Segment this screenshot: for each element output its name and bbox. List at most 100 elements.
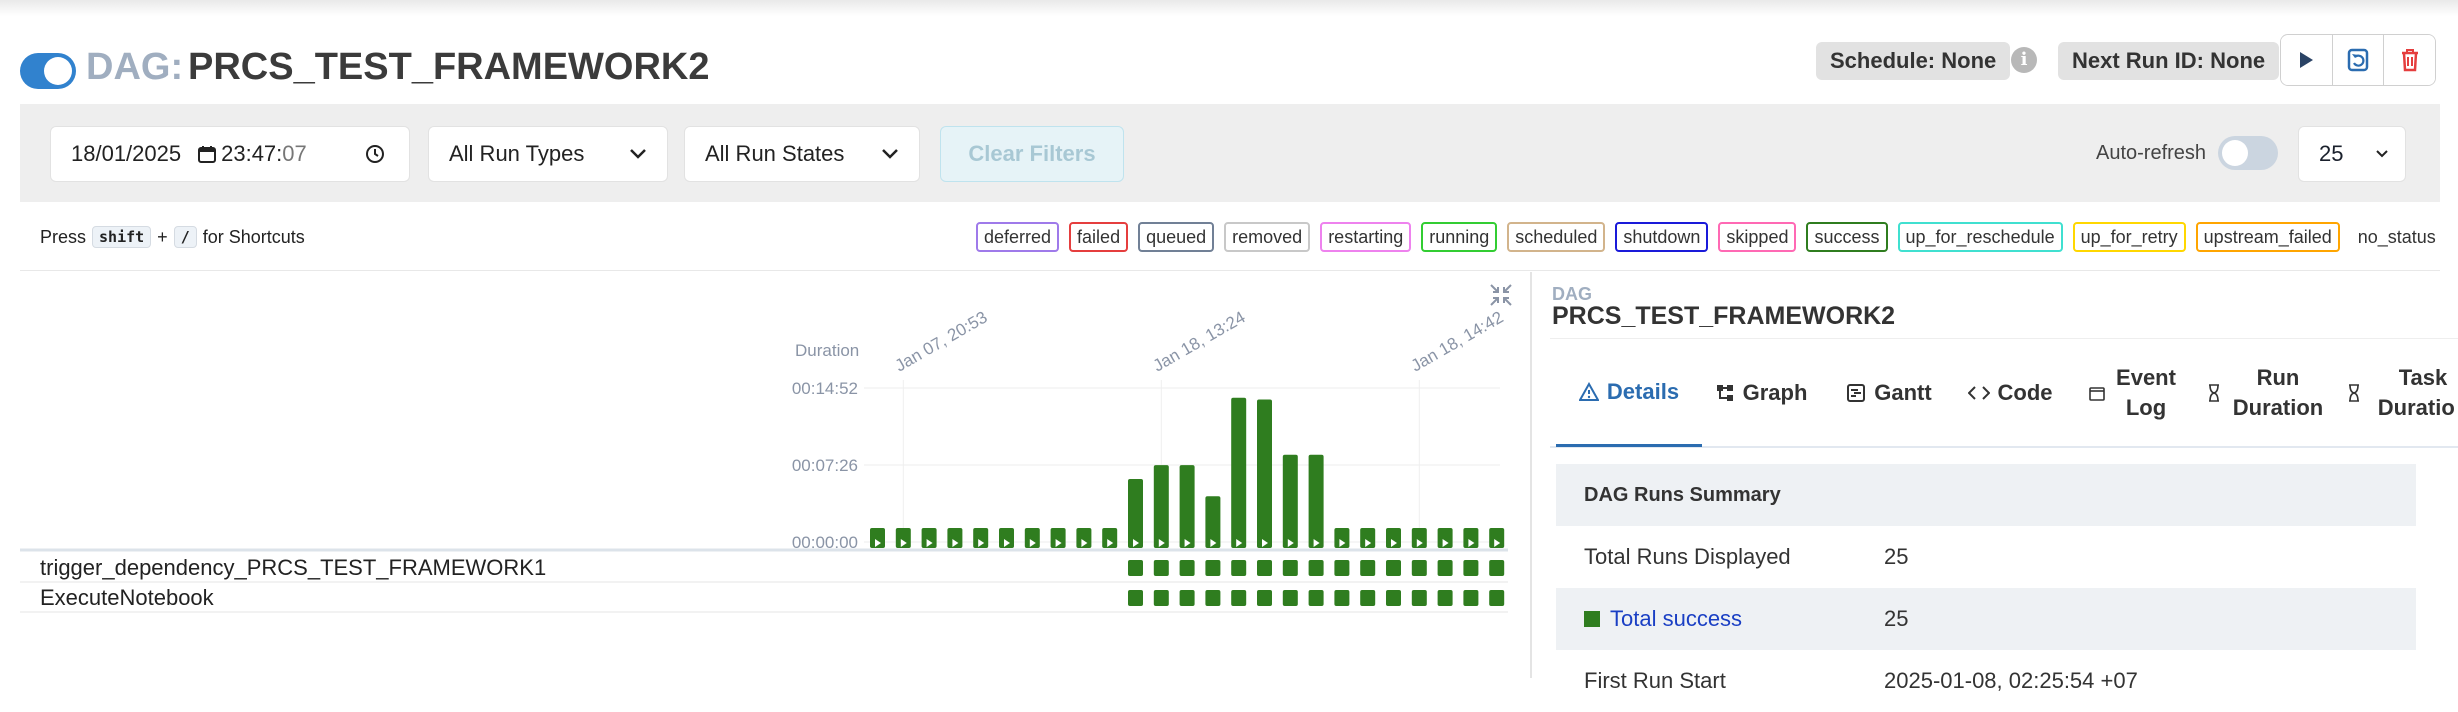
- legend-scheduled[interactable]: scheduled: [1507, 222, 1606, 252]
- calendar-icon[interactable]: [197, 144, 217, 164]
- gantt-icon: [1847, 384, 1866, 402]
- schedule-badge: Schedule: None: [1816, 42, 2011, 80]
- clear-filters-button[interactable]: Clear Filters: [940, 126, 1124, 182]
- task-instance-cell: [1411, 560, 1427, 576]
- tab-task-duration[interactable]: Task Duration: [2348, 339, 2456, 447]
- delete-dag-button[interactable]: [2384, 35, 2435, 85]
- trigger-dag-button[interactable]: [2281, 35, 2333, 85]
- task-instance-cell: [1489, 560, 1505, 576]
- legend-shutdown[interactable]: shutdown: [1615, 222, 1709, 252]
- slash-key: /: [173, 226, 197, 248]
- info-icon[interactable]: i: [2011, 47, 2037, 73]
- task-instance-cell: [1360, 560, 1376, 576]
- legend-queued[interactable]: queued: [1138, 222, 1215, 252]
- date-annotation: Jan 07, 20:53: [892, 307, 991, 375]
- run-duration-bar: [1231, 397, 1247, 548]
- tab-event-log[interactable]: Event Log: [2072, 339, 2196, 447]
- summary-value: 2025-01-08, 02:25:54 +07: [1884, 668, 2138, 693]
- task-instance-cell: [1205, 590, 1221, 606]
- task-instance-cell: [1231, 560, 1247, 576]
- task-name: trigger_dependency_PRCS_TEST_FRAMEWORK1: [40, 555, 546, 580]
- legend-restarting[interactable]: restarting: [1320, 222, 1412, 252]
- task-instance-cell: [1282, 590, 1298, 606]
- legend-up-for-retry[interactable]: up_for_retry: [2072, 222, 2186, 252]
- num-runs-value: 25: [2319, 141, 2344, 166]
- refresh-file-icon: [2347, 48, 2369, 72]
- panel-dag-name: PRCS_TEST_FRAMEWORK2: [1552, 302, 1896, 330]
- tab-run-duration-label: Run Duration: [2232, 365, 2324, 420]
- legend-skipped[interactable]: skipped: [1718, 222, 1797, 252]
- collapse-icon[interactable]: [1488, 282, 1514, 313]
- tab-gantt[interactable]: Gantt: [1826, 339, 1952, 447]
- legend-removed[interactable]: removed: [1224, 222, 1311, 252]
- status-legend: deferred failed queued removed restarting run…: [976, 222, 2444, 252]
- task-instance-cell: [1128, 560, 1143, 576]
- legend-up-for-reschedule[interactable]: up_for_reschedule: [1897, 222, 2063, 252]
- filter-bar: 18/01/2025 23:47: 07 All Run Types All Ru…: [20, 104, 2440, 202]
- top-shadow: [0, 0, 2458, 16]
- task-instance-cell: [1437, 590, 1453, 606]
- date-annotation: Jan 18, 13:24: [1150, 307, 1249, 375]
- total-success-label[interactable]: Total success: [1610, 606, 1742, 631]
- hourglass-icon: [2209, 384, 2219, 402]
- trash-icon: [2401, 49, 2418, 72]
- calendar-icon: [2089, 387, 2105, 401]
- graph-icon: [1716, 385, 1733, 401]
- total-success-link[interactable]: Total success: [1584, 588, 1742, 650]
- tab-details[interactable]: Details: [1556, 339, 1702, 447]
- run-states-value: All Run States: [705, 141, 845, 166]
- dag-prefix: DAG:: [86, 46, 184, 88]
- summary-row: Total success 25: [1556, 588, 2416, 650]
- tab-graph[interactable]: Graph: [1698, 339, 1824, 447]
- summary-key: Total Runs Displayed: [1584, 544, 1791, 569]
- task-instance-cell: [1179, 590, 1195, 606]
- task-instance-cell: [1257, 590, 1272, 606]
- legend-no-status[interactable]: no_status: [2350, 222, 2444, 252]
- task-instance-cell: [1282, 560, 1298, 576]
- tab-gantt-label: Gantt: [1874, 380, 1932, 405]
- run-states-select[interactable]: All Run States: [684, 126, 920, 182]
- tab-details-label: Details: [1606, 378, 1680, 404]
- execution-date-input[interactable]: 18/01/2025 23:47: 07: [50, 126, 410, 182]
- run-types-value: All Run Types: [449, 141, 585, 166]
- legend-success[interactable]: success: [1806, 222, 1888, 252]
- legend-deferred[interactable]: deferred: [976, 222, 1060, 252]
- task-name: ExecuteNotebook: [40, 585, 215, 610]
- run-types-select[interactable]: All Run Types: [428, 126, 668, 182]
- legend-running[interactable]: running: [1421, 222, 1498, 252]
- tab-event-log-label: Event Log: [2116, 365, 2176, 420]
- date-annotation: Jan 18, 14:42: [1408, 307, 1507, 375]
- task-instance-cell: [1437, 560, 1453, 576]
- dag-pause-toggle[interactable]: [20, 53, 76, 89]
- next-run-badge: Next Run ID: None: [2058, 42, 2280, 80]
- shortcut-suffix: for Shortcuts: [202, 226, 305, 247]
- run-duration-bar: [1179, 465, 1195, 548]
- shift-key: shift: [92, 226, 152, 248]
- task-instance-cell: [1231, 590, 1247, 606]
- task-instance-cell: [1463, 590, 1479, 606]
- time-value: 23:47:: [221, 141, 283, 166]
- tab-code-label: Code: [1997, 380, 2053, 405]
- summary-value: 25: [1884, 606, 1909, 631]
- clock-icon[interactable]: [365, 144, 385, 164]
- run-duration-bar: [1153, 465, 1169, 548]
- task-instance-cell: [1308, 590, 1324, 606]
- task-instance-cell: [1257, 560, 1272, 576]
- task-instance-cell: [1128, 590, 1143, 606]
- tab-task-duration-label: Task Duration: [2377, 365, 2456, 420]
- num-runs-select[interactable]: 25: [2298, 126, 2406, 182]
- summary-row: Total Runs Displayed 25: [1556, 526, 2416, 588]
- shortcut-plus: +: [157, 226, 168, 247]
- summary-title: DAG Runs Summary: [1556, 464, 2416, 526]
- duration-axis-label: Duration: [795, 341, 859, 360]
- panel-divider[interactable]: [1530, 272, 1532, 678]
- tab-run-duration[interactable]: Run Duration: [2200, 339, 2336, 447]
- y-tick-label: 00:14:52: [792, 379, 858, 398]
- legend-failed[interactable]: failed: [1069, 222, 1129, 252]
- page-title: PRCS_TEST_FRAMEWORK2: [188, 46, 710, 88]
- auto-refresh-toggle[interactable]: [2218, 136, 2278, 170]
- hourglass-icon: [2349, 384, 2359, 402]
- legend-upstream-failed[interactable]: upstream_failed: [2195, 222, 2340, 252]
- tab-code[interactable]: Code: [1950, 339, 2070, 447]
- reparse-dag-button[interactable]: [2332, 35, 2385, 85]
